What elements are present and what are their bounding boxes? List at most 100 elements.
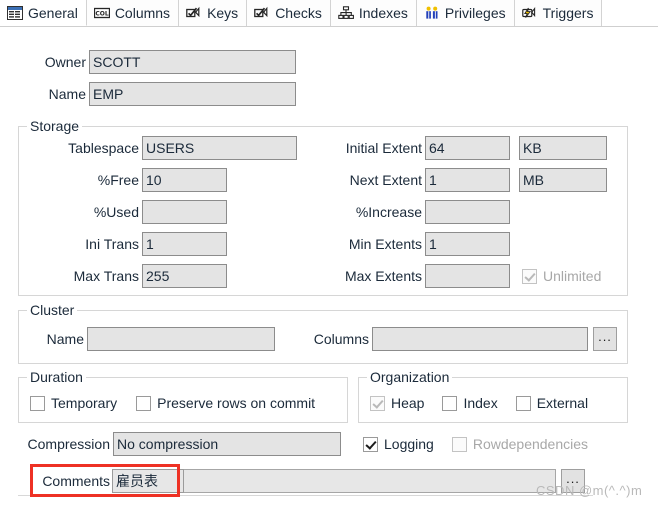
- initial-extent-input[interactable]: 64: [425, 136, 510, 160]
- tab-checks-label: Checks: [275, 5, 322, 21]
- preserve-rows-checkbox-label: Preserve rows on commit: [157, 395, 316, 411]
- logging-checkbox[interactable]: Logging: [363, 436, 434, 452]
- unlimited-checkbox-label: Unlimited: [543, 268, 602, 284]
- tab-keys-label: Keys: [207, 5, 239, 21]
- pct-free-label: %Free: [97, 172, 139, 188]
- preserve-rows-checkbox[interactable]: Preserve rows on commit: [136, 395, 315, 411]
- next-extent-row: Next Extent 1 MB: [300, 168, 607, 192]
- table-window-icon: [7, 5, 23, 20]
- temporary-checkbox-label: Temporary: [51, 395, 118, 411]
- pct-increase-input[interactable]: [425, 200, 510, 224]
- comments-value-box[interactable]: 雇员表: [112, 469, 184, 493]
- tab-strip-filler: [602, 0, 658, 26]
- logging-checkbox-box[interactable]: [363, 436, 378, 452]
- compression-label: Compression: [27, 436, 110, 452]
- index-checkbox-box[interactable]: [442, 395, 458, 411]
- tablespace-input[interactable]: USERS: [142, 136, 297, 160]
- rowdependencies-checkbox-label: Rowdependencies: [472, 436, 589, 452]
- cluster-columns-input[interactable]: [372, 327, 588, 351]
- pct-used-label: %Used: [93, 204, 139, 220]
- svg-text:COL: COL: [95, 11, 109, 18]
- tab-keys[interactable]: Keys: [179, 0, 248, 26]
- ini-trans-row: Ini Trans 1: [24, 232, 227, 256]
- tab-triggers[interactable]: Triggers: [514, 0, 603, 26]
- organization-options: Heap Index External: [370, 395, 588, 411]
- users-icon: [424, 6, 440, 20]
- max-trans-label: Max Trans: [73, 268, 139, 284]
- initial-extent-unit-select[interactable]: KB: [519, 136, 607, 160]
- external-checkbox-box[interactable]: [515, 395, 531, 411]
- comments-underline: [18, 495, 593, 496]
- tablespace-row: Tablespace USERS: [24, 136, 297, 160]
- index-tree-icon: [338, 6, 354, 20]
- tab-general-label: General: [28, 4, 78, 21]
- cluster-name-label: Name: [46, 331, 84, 347]
- unlimited-checkbox-box[interactable]: [522, 268, 537, 284]
- initial-extent-row: Initial Extent 64 KB: [300, 136, 607, 160]
- watermark-text: CSDN @m(^.^)m: [536, 483, 643, 498]
- external-checkbox[interactable]: External: [515, 395, 589, 411]
- comments-row: Comments 雇员表 ...: [18, 469, 585, 493]
- cluster-name-row: Name: [24, 327, 275, 351]
- temporary-checkbox-box[interactable]: [30, 395, 45, 411]
- min-extents-label: Min Extents: [348, 236, 422, 252]
- name-row: Name EMP: [0, 82, 298, 106]
- pct-increase-label: %Increase: [355, 204, 422, 220]
- cluster-columns-row: Columns ...: [300, 327, 617, 351]
- max-extents-input[interactable]: [425, 264, 510, 288]
- heap-checkbox-label: Heap: [391, 395, 425, 411]
- initial-extent-label: Initial Extent: [345, 140, 422, 156]
- trigger-bolt-icon: [521, 6, 538, 20]
- min-extents-input[interactable]: 1: [425, 232, 510, 256]
- duration-options: Temporary Preserve rows on commit: [30, 395, 315, 411]
- key-check-icon: [186, 6, 202, 20]
- tab-privileges[interactable]: Privileges: [416, 0, 515, 26]
- compression-row: Compression No compression Logging Rowde…: [18, 432, 588, 456]
- owner-label: Owner: [44, 54, 86, 70]
- ini-trans-label: Ini Trans: [85, 236, 139, 252]
- rowdependencies-checkbox[interactable]: Rowdependencies: [451, 436, 589, 452]
- owner-input[interactable]: SCOTT: [89, 50, 296, 74]
- tab-indexes[interactable]: Indexes: [330, 0, 417, 26]
- index-checkbox[interactable]: Index: [442, 395, 498, 411]
- cluster-columns-browse-button[interactable]: ...: [593, 327, 617, 351]
- pct-used-input[interactable]: [142, 200, 227, 224]
- tab-columns[interactable]: COL Columns: [86, 0, 180, 26]
- unlimited-checkbox[interactable]: Unlimited: [522, 268, 601, 284]
- tab-privileges-label: Privileges: [444, 5, 506, 21]
- tab-general[interactable]: General: [0, 0, 87, 26]
- pct-free-input[interactable]: 10: [142, 168, 227, 192]
- heap-checkbox-box[interactable]: [370, 395, 385, 411]
- cluster-group-title: Cluster: [27, 302, 78, 318]
- tab-indexes-label: Indexes: [358, 5, 408, 21]
- next-extent-input[interactable]: 1: [425, 168, 510, 192]
- owner-row: Owner SCOTT: [0, 50, 298, 74]
- rowdependencies-checkbox-box[interactable]: [451, 436, 467, 452]
- comments-label: Comments: [42, 473, 110, 489]
- storage-group-title: Storage: [27, 118, 83, 134]
- temporary-checkbox[interactable]: Temporary: [30, 395, 117, 411]
- logging-checkbox-label: Logging: [384, 436, 434, 452]
- cluster-columns-label: Columns: [313, 331, 369, 347]
- tab-triggers-label: Triggers: [542, 5, 594, 21]
- ini-trans-input[interactable]: 1: [142, 232, 227, 256]
- column-grid-icon: COL: [93, 6, 110, 20]
- cluster-name-input[interactable]: [87, 327, 275, 351]
- tablespace-label: Tablespace: [68, 140, 139, 156]
- pct-increase-row: %Increase: [300, 200, 510, 224]
- compression-select[interactable]: No compression: [113, 432, 341, 456]
- next-extent-label: Next Extent: [349, 172, 422, 188]
- external-checkbox-label: External: [536, 395, 589, 411]
- tab-checks[interactable]: Checks: [247, 0, 331, 26]
- next-extent-unit-select[interactable]: MB: [519, 168, 607, 192]
- name-input[interactable]: EMP: [89, 82, 296, 106]
- pct-used-row: %Used: [24, 200, 227, 224]
- max-trans-row: Max Trans 255: [24, 264, 227, 288]
- heap-checkbox[interactable]: Heap: [370, 395, 424, 411]
- max-extents-row: Max Extents Unlimited: [300, 264, 601, 288]
- max-trans-input[interactable]: 255: [142, 264, 227, 288]
- preserve-rows-checkbox-box[interactable]: [136, 395, 152, 411]
- pct-free-row: %Free 10: [24, 168, 227, 192]
- name-label: Name: [48, 86, 86, 102]
- tab-columns-label: Columns: [114, 5, 171, 21]
